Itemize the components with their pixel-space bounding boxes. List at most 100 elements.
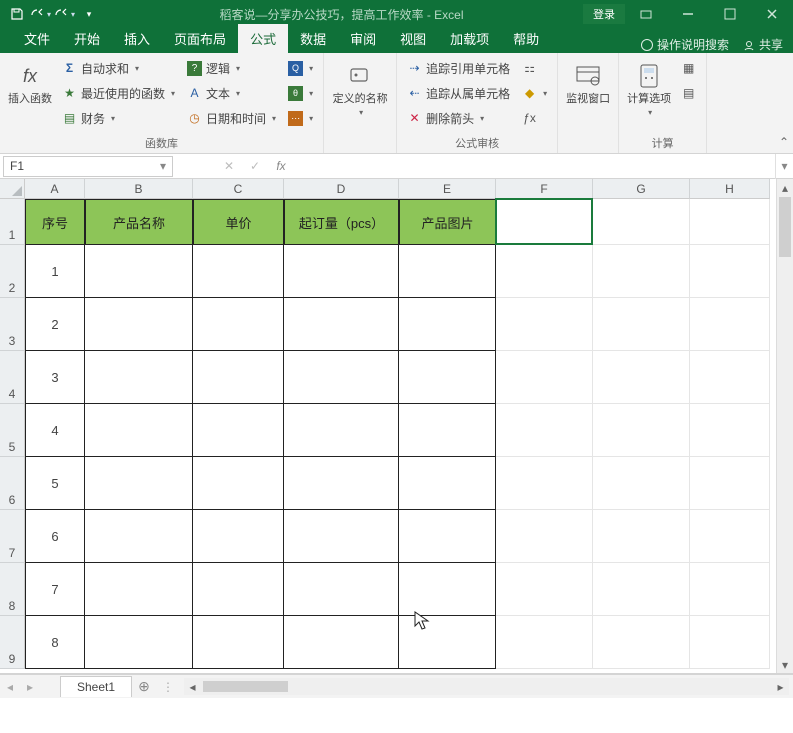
table-cell[interactable] <box>85 510 193 563</box>
table-cell[interactable] <box>193 563 284 616</box>
cell[interactable] <box>496 563 593 616</box>
table-header-cell[interactable]: 单价 <box>193 199 284 245</box>
accept-formula-icon[interactable]: ✓ <box>242 156 268 177</box>
table-cell[interactable]: 6 <box>25 510 85 563</box>
lookup-button[interactable]: Q▾ <box>284 57 317 79</box>
sheet-tab[interactable]: Sheet1 <box>60 676 132 697</box>
table-cell[interactable]: 5 <box>25 457 85 510</box>
table-cell[interactable] <box>85 563 193 616</box>
row-header-6[interactable]: 6 <box>0 457 25 510</box>
evaluate-button[interactable]: ƒx <box>518 107 551 129</box>
more-functions-button[interactable]: ⋯▾ <box>284 107 317 129</box>
tab-insert[interactable]: 插入 <box>112 24 162 53</box>
undo-icon[interactable]: ▾ <box>30 3 52 25</box>
close-icon[interactable] <box>751 0 793 28</box>
remove-arrows-button[interactable]: ✕删除箭头▾ <box>403 107 514 129</box>
row-header-1[interactable]: 1 <box>0 199 25 245</box>
scroll-thumb[interactable] <box>779 197 791 257</box>
table-cell[interactable] <box>85 404 193 457</box>
select-all-corner[interactable] <box>0 179 25 199</box>
cell[interactable] <box>690 510 770 563</box>
table-cell[interactable] <box>193 245 284 298</box>
qat-customize-icon[interactable]: ▾ <box>78 3 100 25</box>
table-cell[interactable]: 7 <box>25 563 85 616</box>
table-cell[interactable] <box>284 510 399 563</box>
autosum-button[interactable]: Σ自动求和▾ <box>58 57 179 79</box>
table-cell[interactable] <box>85 457 193 510</box>
calc-now-button[interactable]: ▦ <box>677 57 700 79</box>
row-header-7[interactable]: 7 <box>0 510 25 563</box>
chevron-down-icon[interactable]: ▾ <box>160 159 166 173</box>
cell[interactable] <box>690 457 770 510</box>
insert-function-button[interactable]: fx 插入函数 <box>6 57 54 106</box>
table-cell[interactable] <box>85 616 193 669</box>
table-cell[interactable] <box>399 245 496 298</box>
table-cell[interactable]: 1 <box>25 245 85 298</box>
cell[interactable] <box>496 510 593 563</box>
cell[interactable] <box>496 298 593 351</box>
tab-home[interactable]: 开始 <box>62 24 112 53</box>
scroll-up-icon[interactable]: ▴ <box>777 179 793 196</box>
cell[interactable] <box>496 404 593 457</box>
cell[interactable] <box>690 199 770 245</box>
login-button[interactable]: 登录 <box>583 4 625 24</box>
table-cell[interactable] <box>284 563 399 616</box>
tab-file[interactable]: 文件 <box>12 24 62 53</box>
cell[interactable] <box>496 351 593 404</box>
scroll-right-icon[interactable]: ▸ <box>772 678 789 695</box>
trace-precedents-button[interactable]: ⇢追踪引用单元格 <box>403 57 514 79</box>
scroll-left-icon[interactable]: ◂ <box>184 678 201 695</box>
redo-icon[interactable]: ▾ <box>54 3 76 25</box>
cell[interactable] <box>593 404 690 457</box>
define-name-button[interactable]: 定义的名称▾ <box>330 57 390 119</box>
cell[interactable] <box>690 563 770 616</box>
maximize-icon[interactable] <box>709 0 751 28</box>
cell[interactable] <box>593 563 690 616</box>
error-check-button[interactable]: ◆▾ <box>518 82 551 104</box>
row-header-8[interactable]: 8 <box>0 563 25 616</box>
sheet-nav-last-icon[interactable]: ▸ <box>20 675 40 699</box>
calc-sheet-button[interactable]: ▤ <box>677 82 700 104</box>
cell[interactable] <box>593 199 690 245</box>
calc-options-button[interactable]: 计算选项▾ <box>625 57 673 119</box>
ribbon-display-icon[interactable] <box>625 0 667 28</box>
math-button[interactable]: θ▾ <box>284 82 317 104</box>
table-cell[interactable] <box>193 298 284 351</box>
trace-dependents-button[interactable]: ⇠追踪从属单元格 <box>403 82 514 104</box>
add-sheet-icon[interactable]: ⊕ <box>132 675 156 699</box>
table-cell[interactable] <box>399 563 496 616</box>
tab-help[interactable]: 帮助 <box>501 24 551 53</box>
table-cell[interactable] <box>284 245 399 298</box>
cell[interactable] <box>690 245 770 298</box>
col-header-D[interactable]: D <box>284 179 399 199</box>
cell[interactable] <box>593 298 690 351</box>
tell-me[interactable]: 操作说明搜索 <box>641 36 729 53</box>
expand-formula-icon[interactable]: ▾ <box>775 154 793 179</box>
cell[interactable] <box>690 616 770 669</box>
tab-review[interactable]: 审阅 <box>338 24 388 53</box>
table-cell[interactable] <box>399 616 496 669</box>
cell[interactable] <box>496 245 593 298</box>
table-header-cell[interactable]: 序号 <box>25 199 85 245</box>
row-header-5[interactable]: 5 <box>0 404 25 457</box>
scroll-down-icon[interactable]: ▾ <box>777 656 793 673</box>
table-header-cell[interactable]: 产品图片 <box>399 199 496 245</box>
recent-functions-button[interactable]: ★最近使用的函数▾ <box>58 82 179 104</box>
table-cell[interactable] <box>193 510 284 563</box>
collapse-ribbon-icon[interactable]: ⌃ <box>779 135 789 149</box>
col-header-B[interactable]: B <box>85 179 193 199</box>
watch-window-button[interactable]: 监视窗口 <box>564 57 612 106</box>
table-cell[interactable] <box>193 404 284 457</box>
name-box[interactable]: F1▾ <box>3 156 173 177</box>
table-cell[interactable] <box>399 457 496 510</box>
table-cell[interactable] <box>399 404 496 457</box>
table-cell[interactable] <box>85 351 193 404</box>
row-header-9[interactable]: 9 <box>0 616 25 669</box>
save-icon[interactable] <box>6 3 28 25</box>
table-cell[interactable] <box>193 616 284 669</box>
table-header-cell[interactable]: 起订量（pcs） <box>284 199 399 245</box>
col-header-F[interactable]: F <box>496 179 593 199</box>
table-cell[interactable] <box>284 404 399 457</box>
cell[interactable] <box>496 199 593 245</box>
hscroll-thumb[interactable] <box>203 681 288 692</box>
